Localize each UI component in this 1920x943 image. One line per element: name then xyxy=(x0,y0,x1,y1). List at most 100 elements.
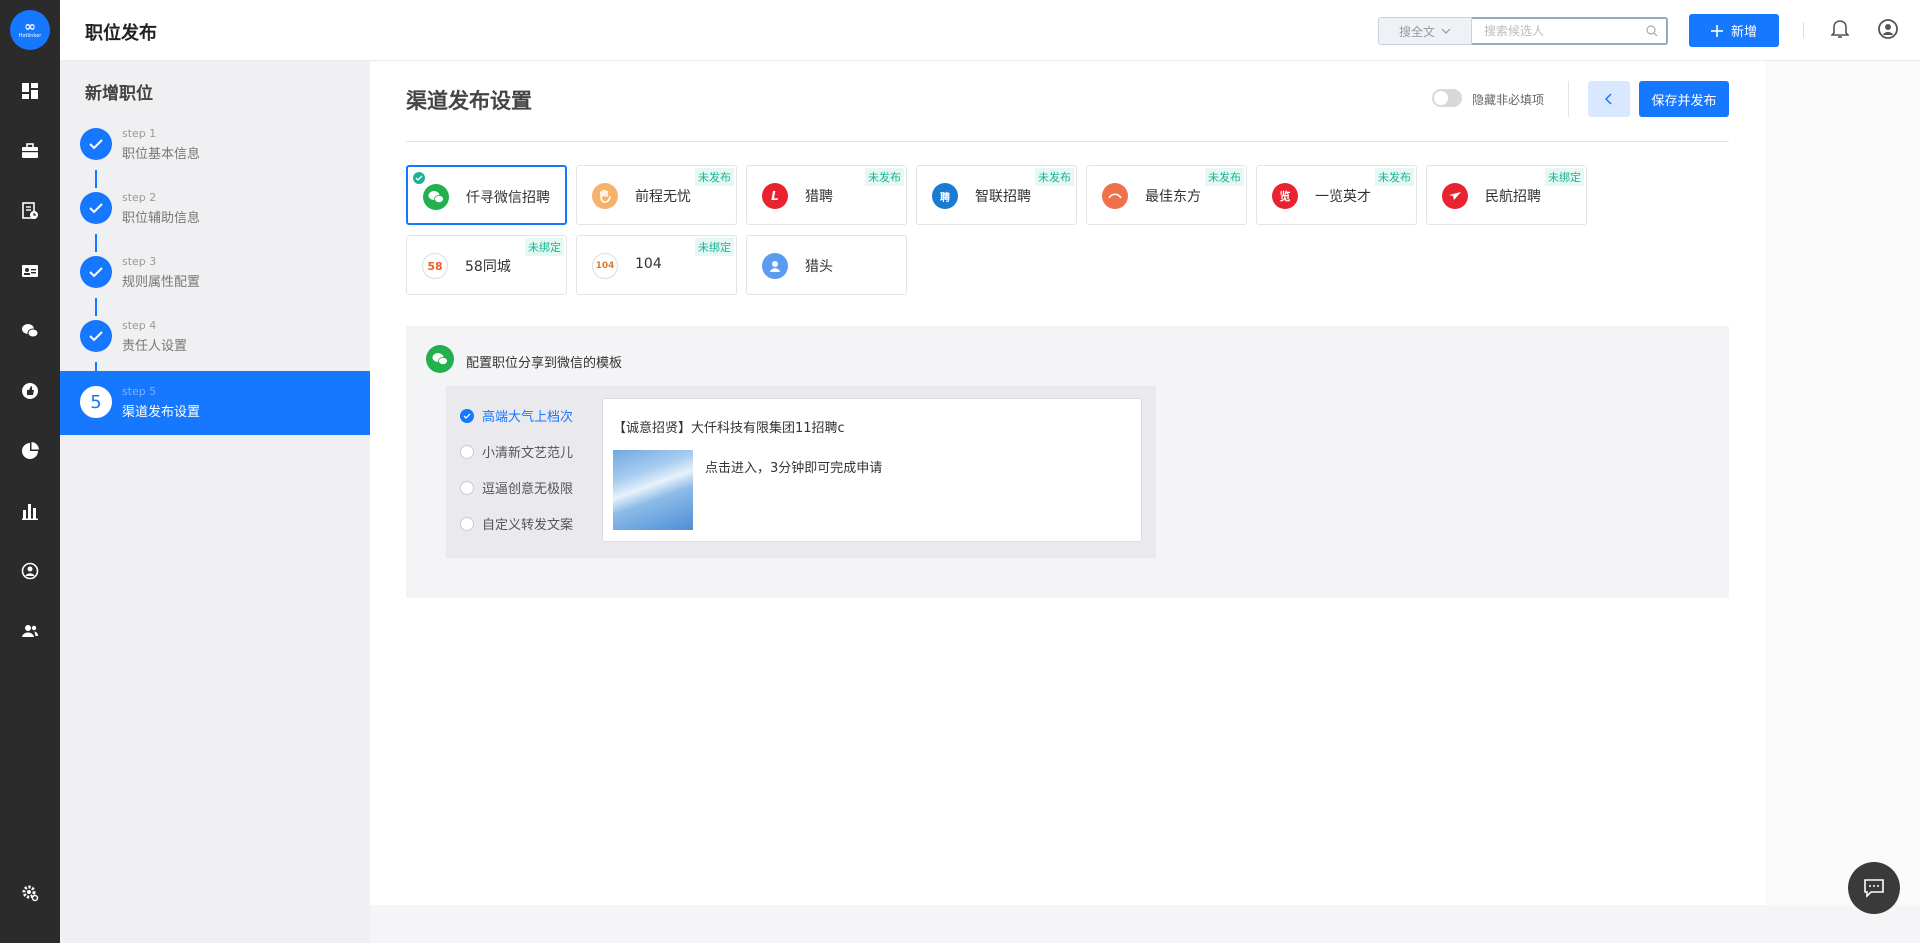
search-field xyxy=(1472,17,1668,45)
person-circle-icon[interactable] xyxy=(20,561,40,581)
yilan-icon: 览 xyxy=(1272,183,1298,209)
hand-icon xyxy=(592,183,618,209)
channel-civil-aviation[interactable]: 民航招聘 未绑定 xyxy=(1426,165,1587,225)
logo-mark: ∞ xyxy=(24,19,36,35)
channel-51job[interactable]: 前程无忧 未发布 xyxy=(576,165,737,225)
template-option[interactable]: 小清新文艺范儿 xyxy=(460,442,573,461)
toggle-label: 隐藏非必填项 xyxy=(1472,93,1545,107)
channel-yilan[interactable]: 览 一览英才 未发布 xyxy=(1256,165,1417,225)
step-2[interactable]: step 2 职位辅助信息 xyxy=(60,177,370,241)
sunrise-icon xyxy=(1102,183,1128,209)
step-label: 规则属性配置 xyxy=(122,275,201,290)
divider xyxy=(1568,81,1569,117)
channel-name: 前程无忧 xyxy=(635,189,691,205)
channel-name: 猎头 xyxy=(805,259,833,275)
channel-name: 仟寻微信招聘 xyxy=(466,190,550,206)
status-badge: 未绑定 xyxy=(695,238,734,256)
template-box: 高端大气上档次 小清新文艺范儿 逗逼创意无极限 自定义转发文案 【诚意招贤】大仟… xyxy=(446,386,1156,558)
step-1[interactable]: step 1 职位基本信息 xyxy=(60,113,370,177)
channel-104[interactable]: 104 104 未绑定 xyxy=(576,235,737,295)
channel-liepin[interactable]: L 猎聘 未发布 xyxy=(746,165,907,225)
new-button[interactable]: 新增 xyxy=(1689,14,1779,47)
channel-name: 民航招聘 xyxy=(1485,189,1541,205)
104-icon: 104 xyxy=(592,253,618,279)
step-number: step 4 xyxy=(122,319,157,332)
wechat-template-config: 配置职位分享到微信的模板 高端大气上档次 小清新文艺范儿 逗逼创意无极限 自定义… xyxy=(406,326,1729,598)
left-nav-rail: ∞ Hotlinker xyxy=(0,0,60,943)
zhilian-icon: 聘 xyxy=(932,183,958,209)
top-bar: 职位发布 搜全文 新增 xyxy=(60,0,1920,61)
preview-thumbnail xyxy=(613,450,693,530)
channel-name: 一览英才 xyxy=(1315,189,1371,205)
hide-optional-toggle[interactable] xyxy=(1432,89,1462,107)
main-content: 渠道发布设置 隐藏非必填项 保存并发布 仟寻微信招聘 前程无忧 未发布 L 猎聘… xyxy=(370,61,1765,905)
step-label: 职位辅助信息 xyxy=(122,211,201,226)
channel-veryeast[interactable]: 最佳东方 未发布 xyxy=(1086,165,1247,225)
bell-icon[interactable] xyxy=(1830,19,1850,43)
step-number: step 5 xyxy=(122,385,157,398)
document-clock-icon[interactable] xyxy=(20,201,40,221)
liepin-icon: L xyxy=(762,183,788,209)
check-icon xyxy=(80,320,112,352)
channel-58[interactable]: 58 58同城 未绑定 xyxy=(406,235,567,295)
preview-description: 点击进入，3分钟即可完成申请 xyxy=(705,461,883,476)
status-badge: 未发布 xyxy=(865,168,904,186)
option-label: 高端大气上档次 xyxy=(482,410,574,425)
app-logo[interactable]: ∞ Hotlinker xyxy=(10,10,50,50)
divider xyxy=(406,141,1729,142)
step-index: 5 xyxy=(80,386,112,418)
preview-title: 【诚意招贤】大仟科技有限集团11招聘c xyxy=(613,421,845,436)
thumbs-up-icon[interactable] xyxy=(20,381,40,401)
steps-title: 新增职位 xyxy=(85,84,153,104)
status-badge: 未绑定 xyxy=(525,238,564,256)
headhunter-icon xyxy=(762,253,788,279)
step-label: 职位基本信息 xyxy=(122,147,201,162)
steps-panel: 新增职位 step 1 职位基本信息 step 2 职位辅助信息 step 3 … xyxy=(60,61,370,943)
search-icon[interactable] xyxy=(1646,25,1658,37)
template-option[interactable]: 高端大气上档次 xyxy=(460,406,573,425)
option-label: 小清新文艺范儿 xyxy=(482,446,574,461)
id-card-icon[interactable] xyxy=(20,261,40,281)
step-4[interactable]: step 4 责任人设置 xyxy=(60,305,370,369)
settings-icon[interactable] xyxy=(20,883,40,903)
user-avatar-icon[interactable] xyxy=(1878,19,1898,43)
search-scope-select[interactable]: 搜全文 xyxy=(1378,17,1472,45)
page-title: 职位发布 xyxy=(85,23,157,44)
team-icon[interactable] xyxy=(20,621,40,641)
wechat-icon xyxy=(423,184,449,210)
logo-text: Hotlinker xyxy=(18,33,42,39)
dashboard-icon[interactable] xyxy=(20,81,40,101)
selected-check-icon xyxy=(413,172,425,184)
search-scope-label: 搜全文 xyxy=(1398,24,1435,39)
back-button[interactable] xyxy=(1588,81,1630,117)
template-option[interactable]: 逗逼创意无极限 xyxy=(460,478,573,497)
bar-chart-icon[interactable] xyxy=(20,501,40,521)
save-publish-button[interactable]: 保存并发布 xyxy=(1639,81,1729,117)
check-icon xyxy=(80,256,112,288)
plus-icon xyxy=(1710,24,1723,37)
step-number: step 2 xyxy=(122,191,157,204)
pie-chart-icon[interactable] xyxy=(20,441,40,461)
chevron-left-icon xyxy=(1605,93,1612,105)
channel-headhunter[interactable]: 猎头 xyxy=(746,235,907,295)
wechat-icon[interactable] xyxy=(20,321,40,341)
search-input[interactable] xyxy=(1484,19,1644,43)
radio-icon xyxy=(460,444,474,459)
briefcase-icon[interactable] xyxy=(20,141,40,161)
step-3[interactable]: step 3 规则属性配置 xyxy=(60,241,370,305)
status-badge: 未发布 xyxy=(1205,168,1244,186)
right-gutter xyxy=(1765,61,1920,905)
channel-name: 最佳东方 xyxy=(1145,189,1201,205)
status-badge: 未绑定 xyxy=(1545,168,1584,186)
chat-button[interactable] xyxy=(1848,862,1900,914)
channel-wechat[interactable]: 仟寻微信招聘 xyxy=(406,165,567,225)
channel-zhilian[interactable]: 聘 智联招聘 未发布 xyxy=(916,165,1077,225)
step-5[interactable]: 5 step 5 渠道发布设置 xyxy=(60,371,370,435)
channel-name: 58同城 xyxy=(465,259,511,275)
option-label: 自定义转发文案 xyxy=(482,518,574,533)
option-label: 逗逼创意无极限 xyxy=(482,482,574,497)
channel-name: 智联招聘 xyxy=(975,189,1031,205)
channel-name: 猎聘 xyxy=(805,189,833,205)
search-group: 搜全文 xyxy=(1378,17,1668,45)
template-option[interactable]: 自定义转发文案 xyxy=(460,514,573,533)
